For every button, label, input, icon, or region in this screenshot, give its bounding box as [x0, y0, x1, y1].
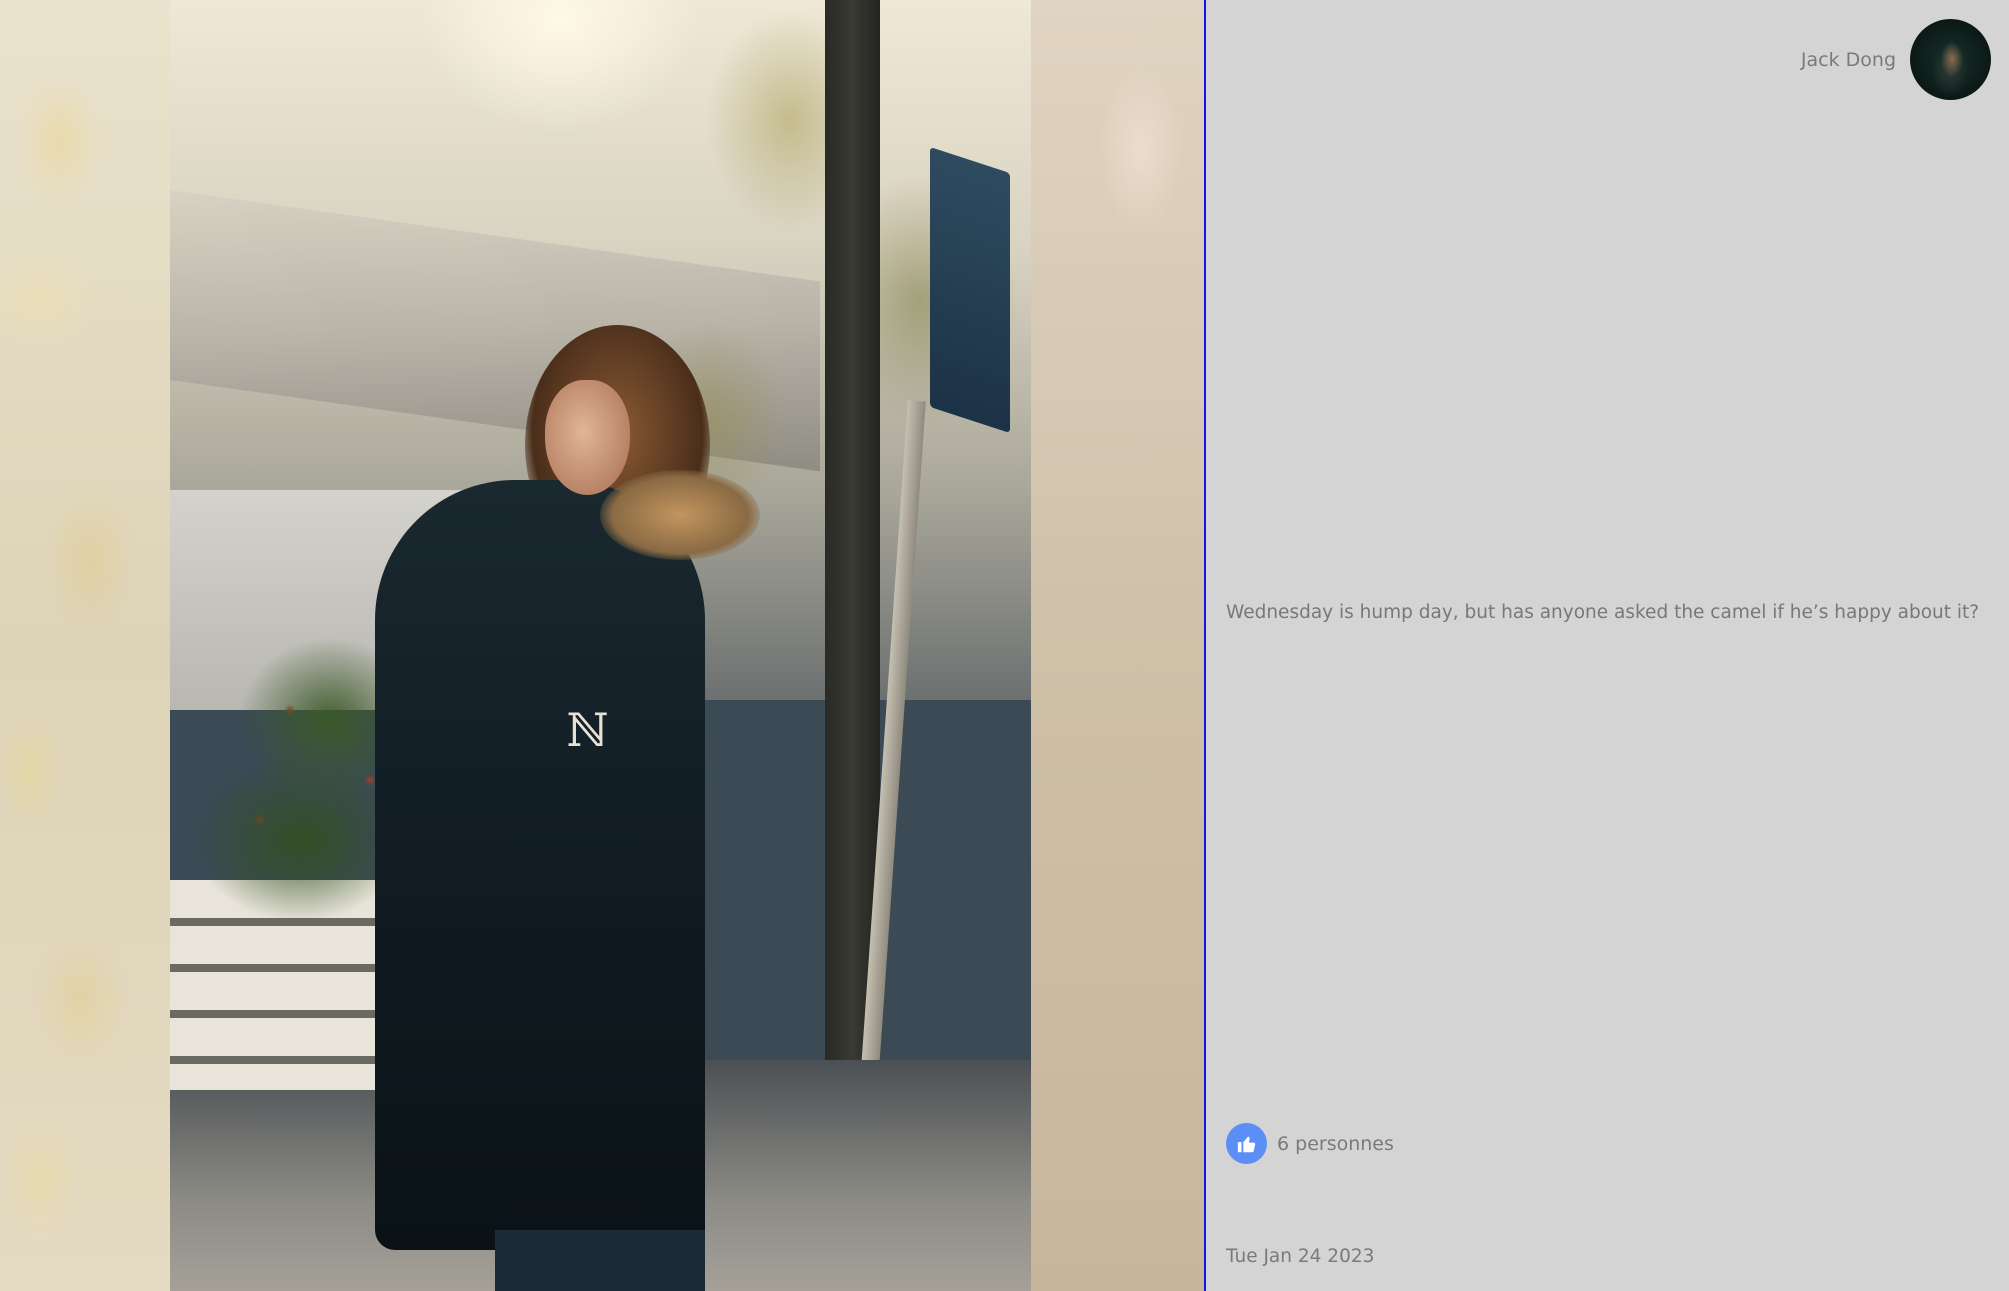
post-photo[interactable]: ℕ	[170, 0, 1031, 1291]
likes-summary[interactable]: 6 personnes	[1226, 1123, 1394, 1164]
photo-blur-backdrop-left	[0, 0, 170, 1291]
post-caption: Wednesday is hump day, but has anyone as…	[1226, 602, 1980, 623]
post-author[interactable]: Jack Dong	[1801, 19, 1991, 100]
post-date: Tue Jan 24 2023	[1226, 1246, 1375, 1267]
author-name[interactable]: Jack Dong	[1801, 49, 1896, 71]
likes-count[interactable]: 6 personnes	[1277, 1133, 1394, 1155]
thumbs-up-icon[interactable]	[1226, 1123, 1267, 1164]
avatar[interactable]	[1910, 19, 1991, 100]
photo-blur-backdrop-right	[1031, 0, 1204, 1291]
post-info-panel: Jack Dong Wednesday is hump day, but has…	[1206, 0, 2009, 1291]
media-pane: ℕ	[0, 0, 1204, 1291]
post-viewer: ℕ Jack Dong Wednesday is hump day, but h…	[0, 0, 2009, 1291]
